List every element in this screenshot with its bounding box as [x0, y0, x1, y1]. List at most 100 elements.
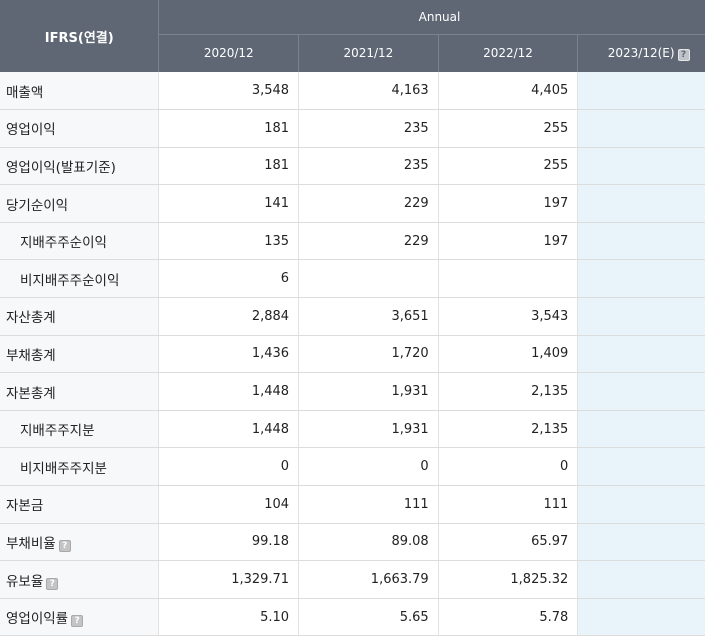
row-label: 유보율? — [0, 560, 160, 599]
value-cell: 2,135 — [438, 372, 579, 411]
estimate-cell — [577, 109, 705, 148]
value-cell: 255 — [438, 147, 579, 186]
row-label: 영업이익(발표기준) — [0, 147, 160, 186]
value-cell: 1,448 — [158, 410, 300, 449]
table-row: 비지배주주지분 0 0 0 — [0, 447, 705, 487]
value-cell: 2,135 — [438, 410, 579, 449]
table-row: 매출액 3,548 4,163 4,405 — [0, 72, 705, 111]
annual-header: Annual — [158, 0, 705, 35]
table-row: 자본금 104 111 111 — [0, 485, 705, 524]
value-cell: 229 — [298, 184, 439, 223]
help-icon[interactable]: ? — [46, 577, 59, 590]
ifrs-header: IFRS(연결) — [0, 0, 160, 72]
estimate-cell — [577, 222, 705, 261]
row-label: 당기순이익 — [0, 184, 160, 223]
period-header-2020: 2020/12 — [158, 34, 300, 72]
value-cell: 111 — [298, 485, 439, 524]
value-cell: 3,651 — [298, 297, 439, 336]
estimate-cell — [577, 598, 705, 637]
value-cell: 1,931 — [298, 410, 439, 449]
estimate-cell — [577, 523, 705, 562]
table-row: 부채총계 1,436 1,720 1,409 — [0, 335, 705, 374]
value-cell: 0 — [298, 447, 439, 487]
estimate-cell — [577, 335, 705, 374]
value-cell: 5.78 — [438, 598, 579, 637]
value-cell: 1,663.79 — [298, 560, 439, 599]
value-cell: 104 — [158, 485, 300, 524]
financial-highlights-table: IFRS(연결) Annual 2020/12 2021/12 2022/12 … — [0, 0, 705, 637]
row-label: 비지배주주지분 — [0, 447, 160, 487]
value-cell: 1,436 — [158, 335, 300, 374]
value-cell: 255 — [438, 109, 579, 148]
period-header-2021: 2021/12 — [298, 34, 439, 72]
value-cell: 197 — [438, 222, 579, 261]
value-cell — [298, 259, 439, 299]
help-icon[interactable]: ? — [677, 48, 690, 61]
value-cell: 229 — [298, 222, 439, 261]
value-cell: 197 — [438, 184, 579, 223]
value-cell: 5.10 — [158, 598, 300, 637]
value-cell: 99.18 — [158, 523, 300, 562]
value-cell: 3,543 — [438, 297, 579, 336]
value-cell: 4,163 — [298, 72, 439, 111]
estimate-cell — [577, 297, 705, 336]
value-cell: 1,931 — [298, 372, 439, 411]
row-label: 지배주주지분 — [0, 410, 160, 449]
table-row: 영업이익(발표기준) 181 235 255 — [0, 147, 705, 186]
table-row: 자본총계 1,448 1,931 2,135 — [0, 372, 705, 411]
row-label: 영업이익률? — [0, 598, 160, 637]
value-cell: 1,825.32 — [438, 560, 579, 599]
table-row: 부채비율? 99.18 89.08 65.97 — [0, 523, 705, 562]
value-cell: 3,548 — [158, 72, 300, 111]
value-cell: 181 — [158, 147, 300, 186]
estimate-cell — [577, 485, 705, 524]
value-cell: 6 — [158, 259, 300, 299]
estimate-cell — [577, 259, 705, 299]
value-cell: 235 — [298, 109, 439, 148]
value-cell: 141 — [158, 184, 300, 223]
table-row: 영업이익 181 235 255 — [0, 109, 705, 148]
row-label: 영업이익 — [0, 109, 160, 148]
period-header-2023-estimate: 2023/12(E)? — [577, 34, 705, 72]
table-row: 유보율? 1,329.71 1,663.79 1,825.32 — [0, 560, 705, 599]
row-label: 자본총계 — [0, 372, 160, 411]
value-cell — [438, 259, 579, 299]
table-row: 자산총계 2,884 3,651 3,543 — [0, 297, 705, 336]
help-icon[interactable]: ? — [58, 539, 71, 552]
value-cell: 0 — [158, 447, 300, 487]
row-label: 부채비율? — [0, 523, 160, 562]
table-row: 지배주주지분 1,448 1,931 2,135 — [0, 410, 705, 449]
value-cell: 181 — [158, 109, 300, 148]
value-cell: 235 — [298, 147, 439, 186]
value-cell: 2,884 — [158, 297, 300, 336]
row-label: 매출액 — [0, 72, 160, 111]
row-label: 자본금 — [0, 485, 160, 524]
estimate-cell — [577, 184, 705, 223]
estimate-cell — [577, 147, 705, 186]
value-cell: 5.65 — [298, 598, 439, 637]
estimate-cell — [577, 560, 705, 599]
period-header-2022: 2022/12 — [438, 34, 579, 72]
value-cell: 1,409 — [438, 335, 579, 374]
estimate-cell — [577, 372, 705, 411]
value-cell: 65.97 — [438, 523, 579, 562]
value-cell: 135 — [158, 222, 300, 261]
help-icon[interactable]: ? — [71, 615, 84, 628]
estimate-cell — [577, 410, 705, 449]
table-row: 영업이익률? 5.10 5.65 5.78 — [0, 598, 705, 637]
row-label: 비지배주주순이익 — [0, 259, 160, 299]
row-label: 부채총계 — [0, 335, 160, 374]
table-row: 당기순이익 141 229 197 — [0, 184, 705, 223]
row-label: 지배주주순이익 — [0, 222, 160, 261]
value-cell: 1,448 — [158, 372, 300, 411]
table-row: 지배주주순이익 135 229 197 — [0, 222, 705, 261]
estimate-cell — [577, 72, 705, 111]
estimate-cell — [577, 447, 705, 487]
value-cell: 111 — [438, 485, 579, 524]
value-cell: 89.08 — [298, 523, 439, 562]
value-cell: 1,329.71 — [158, 560, 300, 599]
table-row: 비지배주주순이익 6 — [0, 259, 705, 299]
row-label: 자산총계 — [0, 297, 160, 336]
value-cell: 1,720 — [298, 335, 439, 374]
value-cell: 0 — [438, 447, 579, 487]
